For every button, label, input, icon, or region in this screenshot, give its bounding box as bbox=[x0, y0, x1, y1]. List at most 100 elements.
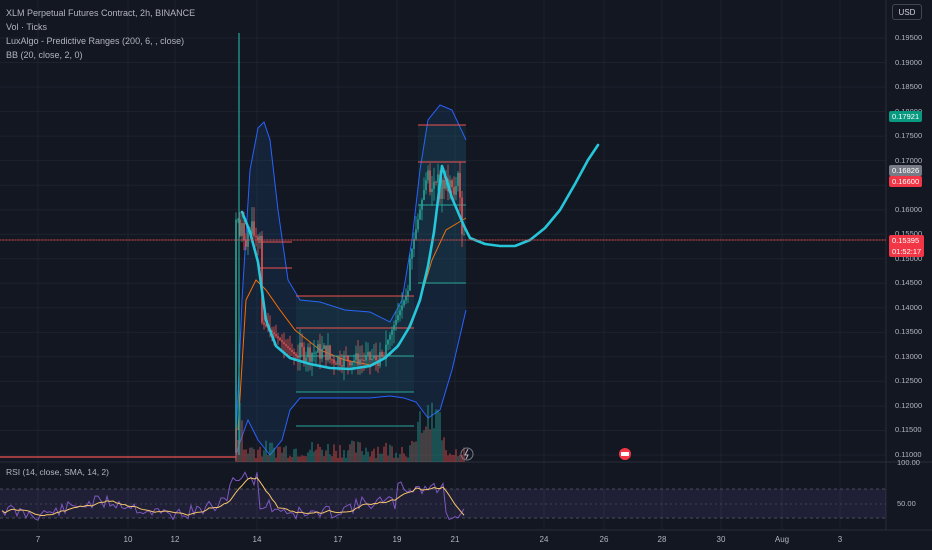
candle-body bbox=[293, 351, 295, 354]
candle-body bbox=[313, 352, 315, 354]
candle-body bbox=[399, 310, 401, 316]
symbol-title[interactable]: XLM Perpetual Futures Contract, 2h, BINA… bbox=[6, 6, 195, 20]
volume-bar bbox=[459, 454, 461, 462]
candle-body bbox=[349, 361, 351, 366]
candle-body bbox=[423, 190, 425, 200]
volume-bar bbox=[253, 449, 255, 462]
candle-body bbox=[459, 173, 461, 198]
candle-body bbox=[373, 355, 375, 359]
candle-body bbox=[355, 353, 357, 361]
candle-body bbox=[433, 181, 435, 189]
volume-bar bbox=[259, 446, 261, 462]
date-tick: 19 bbox=[392, 535, 402, 544]
volume-bar bbox=[349, 444, 351, 462]
volume-bar bbox=[421, 432, 423, 462]
volume-bar bbox=[305, 456, 307, 462]
volume-bar bbox=[445, 450, 447, 462]
lightning-glyph bbox=[464, 448, 469, 460]
candle-body bbox=[411, 248, 413, 259]
candle-body bbox=[413, 239, 415, 249]
candle-body bbox=[461, 197, 463, 235]
candle-body bbox=[339, 357, 341, 366]
candle-body bbox=[431, 188, 433, 193]
candle-body bbox=[401, 305, 403, 311]
candle-body bbox=[351, 362, 353, 366]
volume-bar bbox=[361, 451, 363, 462]
volume-bar bbox=[341, 457, 343, 462]
volume-bar bbox=[319, 446, 321, 462]
candle-body bbox=[315, 352, 317, 354]
volume-bar bbox=[397, 457, 399, 462]
volume-bar bbox=[265, 440, 267, 462]
volume-bar bbox=[363, 454, 365, 462]
volume-bar bbox=[343, 450, 345, 462]
lightning-icon bbox=[460, 447, 474, 461]
candle-body bbox=[273, 332, 275, 335]
currency-button[interactable]: USD bbox=[892, 4, 922, 20]
candle-body bbox=[283, 342, 285, 345]
rsi-indicator-label[interactable]: RSI (14, close, SMA, 14, 2) bbox=[6, 467, 109, 477]
candle-body bbox=[443, 179, 445, 189]
volume-bar bbox=[267, 454, 269, 462]
candle-body bbox=[417, 219, 419, 230]
candle-body bbox=[243, 223, 245, 241]
candle-body bbox=[369, 352, 371, 361]
date-tick: 24 bbox=[539, 535, 549, 544]
candle-body bbox=[319, 344, 321, 359]
candle-body bbox=[455, 185, 457, 195]
candle-body bbox=[405, 295, 407, 301]
candle-body bbox=[337, 357, 339, 365]
volume-bar bbox=[295, 448, 297, 462]
candle-body bbox=[311, 353, 313, 362]
bollinger-bands-label[interactable]: BB (20, close, 2, 0) bbox=[6, 48, 195, 62]
volume-bar bbox=[307, 452, 309, 462]
volume-bar bbox=[391, 446, 393, 462]
volume-bar bbox=[351, 440, 353, 462]
date-tick: 17 bbox=[333, 535, 343, 544]
candle-body bbox=[343, 355, 345, 367]
volume-indicator-label[interactable]: Vol · Ticks bbox=[6, 20, 195, 34]
volume-bar bbox=[365, 447, 367, 462]
price-chart[interactable] bbox=[0, 0, 932, 550]
volume-bar bbox=[313, 451, 315, 462]
low-level-price-label: 0.16600 bbox=[889, 176, 923, 187]
price-tick: 0.13500 bbox=[895, 327, 923, 337]
predictive-ranges-label[interactable]: LuxAlgo - Predictive Ranges (200, 6, , c… bbox=[6, 34, 195, 48]
volume-bar bbox=[273, 447, 275, 462]
volume-bar bbox=[439, 412, 441, 462]
volume-bar bbox=[283, 447, 285, 462]
candle-body bbox=[299, 342, 301, 358]
volume-bar bbox=[395, 452, 397, 462]
volume-bar bbox=[417, 421, 419, 462]
volume-bar bbox=[447, 455, 449, 462]
candle-body bbox=[287, 346, 289, 349]
volume-bar bbox=[335, 450, 337, 462]
candle-body bbox=[305, 357, 307, 362]
candle-body bbox=[365, 355, 367, 361]
candle-body bbox=[289, 348, 291, 351]
price-tick: 0.19000 bbox=[895, 57, 923, 67]
date-tick: 10 bbox=[123, 535, 133, 544]
candle-body bbox=[317, 344, 319, 353]
volume-bar bbox=[337, 457, 339, 462]
volume-bar bbox=[329, 454, 331, 462]
volume-bar bbox=[315, 449, 317, 462]
volume-bar bbox=[291, 456, 293, 462]
volume-bar bbox=[387, 455, 389, 462]
candle-body bbox=[361, 359, 363, 361]
candle-body bbox=[263, 322, 265, 325]
candle-body bbox=[435, 181, 437, 183]
volume-bar bbox=[449, 453, 451, 462]
volume-bar bbox=[339, 444, 341, 462]
candle-body bbox=[253, 221, 255, 236]
volume-bar bbox=[359, 442, 361, 462]
candle-body bbox=[255, 235, 257, 237]
candle-body bbox=[429, 170, 431, 193]
volume-bar bbox=[455, 449, 457, 462]
candle-body bbox=[421, 199, 423, 210]
date-tick: 30 bbox=[716, 535, 726, 544]
price-tick: 0.16000 bbox=[895, 204, 923, 214]
volume-bar bbox=[251, 447, 253, 462]
volume-bar bbox=[323, 456, 325, 462]
candle-body bbox=[409, 258, 411, 291]
